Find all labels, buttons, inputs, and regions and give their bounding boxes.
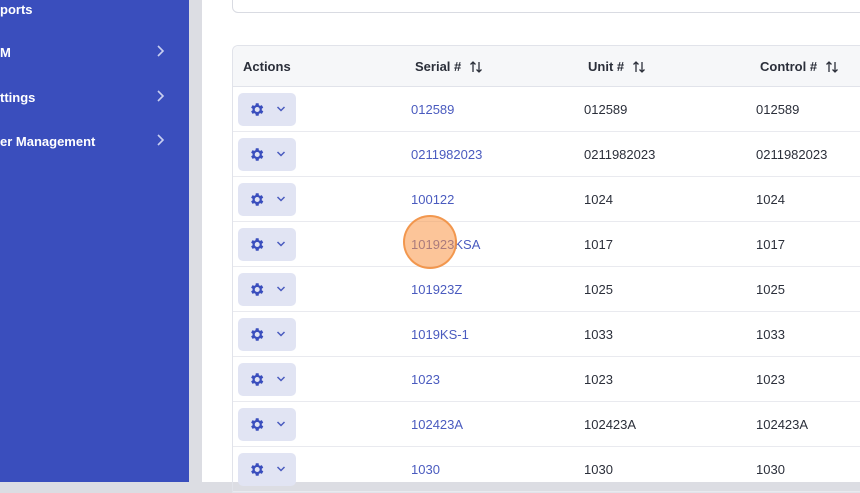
chevron-right-icon <box>157 45 165 57</box>
chevron-right-icon <box>157 134 165 146</box>
column-header-unit[interactable]: Unit # <box>588 46 646 87</box>
column-header-actions: Actions <box>243 59 291 74</box>
sidebar-item-label: er Management <box>0 133 96 149</box>
table-row: 1023 1023 1023 <box>233 357 860 402</box>
control-number: 012589 <box>756 102 800 117</box>
sidebar-item-reports[interactable]: ports <box>0 0 189 21</box>
control-number: 1024 <box>756 192 785 207</box>
serial-link[interactable]: 102423A <box>411 402 463 447</box>
filter-card <box>232 0 860 13</box>
table-row: 101923Z 1025 1025 <box>233 267 860 312</box>
gear-icon <box>251 238 264 251</box>
chevron-down-icon <box>276 331 286 337</box>
row-actions-button[interactable] <box>238 93 296 126</box>
control-number: 1017 <box>756 237 785 252</box>
serial-link[interactable]: 101923KSA <box>411 222 480 267</box>
control-number: 102423A <box>756 417 809 432</box>
table-row: 012589 012589 012589 <box>233 87 860 132</box>
chevron-down-icon <box>276 196 286 202</box>
gear-icon <box>251 463 264 476</box>
unit-number: 1017 <box>584 237 613 252</box>
row-actions-button[interactable] <box>238 228 296 261</box>
sidebar-item-label: ttings <box>0 89 36 105</box>
serial-link[interactable]: 012589 <box>411 87 454 132</box>
sidebar-item-label: ports <box>0 1 33 17</box>
gear-icon <box>251 283 264 296</box>
gear-icon <box>251 373 264 386</box>
sidebar-gutter <box>189 0 202 482</box>
row-actions-button[interactable] <box>238 138 296 171</box>
row-actions-button[interactable] <box>238 408 296 441</box>
gear-icon <box>251 328 264 341</box>
serial-link[interactable]: 1030 <box>411 447 440 492</box>
control-number: 0211982023 <box>756 147 828 162</box>
gear-icon <box>251 193 264 206</box>
chevron-down-icon <box>276 286 286 292</box>
table-row: 101923KSA 1017 1017 <box>233 222 860 267</box>
serial-link[interactable]: 0211982023 <box>411 132 482 177</box>
row-actions-button[interactable] <box>238 453 296 486</box>
sort-arrows-icon[interactable] <box>469 60 483 74</box>
serials-table: Actions Serial # Unit # Control # 012589 <box>232 45 860 493</box>
unit-number: 1033 <box>584 327 613 342</box>
serial-link[interactable]: 100122 <box>411 177 454 222</box>
unit-number: 012589 <box>584 102 628 117</box>
chevron-down-icon <box>276 466 286 472</box>
sidebar-item-settings[interactable]: ttings <box>0 85 189 109</box>
chevron-down-icon <box>276 241 286 247</box>
unit-number: 1023 <box>584 372 613 387</box>
table-row: 0211982023 0211982023 0211982023 <box>233 132 860 177</box>
serial-link[interactable]: 1019KS-1 <box>411 312 469 357</box>
row-actions-button[interactable] <box>238 363 296 396</box>
gear-icon <box>251 103 264 116</box>
control-number: 1023 <box>756 372 785 387</box>
row-actions-button[interactable] <box>238 273 296 306</box>
column-header-serial[interactable]: Serial # <box>415 46 483 87</box>
chevron-down-icon <box>276 421 286 427</box>
chevron-down-icon <box>276 151 286 157</box>
unit-number: 1024 <box>584 192 613 207</box>
sidebar-item-user-management[interactable]: er Management <box>0 129 189 153</box>
unit-number: 1030 <box>584 462 613 477</box>
gear-icon <box>251 418 264 431</box>
table-row: 1019KS-1 1033 1033 <box>233 312 860 357</box>
chevron-down-icon <box>276 376 286 382</box>
table-row: 100122 1024 1024 <box>233 177 860 222</box>
chevron-right-icon <box>157 90 165 102</box>
table-row: 1030 1030 1030 <box>233 447 860 492</box>
unit-number: 0211982023 <box>584 147 656 162</box>
control-number: 1025 <box>756 282 785 297</box>
sidebar: ports M ttings er Management <box>0 0 189 482</box>
chevron-down-icon <box>276 106 286 112</box>
unit-number: 1025 <box>584 282 613 297</box>
control-number: 1033 <box>756 327 785 342</box>
main-content: Actions Serial # Unit # Control # 012589 <box>202 0 860 493</box>
sidebar-item-m[interactable]: M <box>0 40 189 64</box>
sort-arrows-icon[interactable] <box>632 60 646 74</box>
sidebar-item-label: M <box>0 44 11 60</box>
column-header-control[interactable]: Control # <box>760 46 839 87</box>
table-body: 012589 012589 012589 0211982023 02119820… <box>233 87 860 492</box>
table-row: 102423A 102423A 102423A <box>233 402 860 447</box>
sort-arrows-icon[interactable] <box>825 60 839 74</box>
row-actions-button[interactable] <box>238 318 296 351</box>
unit-number: 102423A <box>584 417 637 432</box>
table-header: Actions Serial # Unit # Control # <box>233 46 860 87</box>
gear-icon <box>251 148 264 161</box>
row-actions-button[interactable] <box>238 183 296 216</box>
serial-link[interactable]: 101923Z <box>411 267 462 312</box>
control-number: 1030 <box>756 462 785 477</box>
serial-link[interactable]: 1023 <box>411 357 440 402</box>
